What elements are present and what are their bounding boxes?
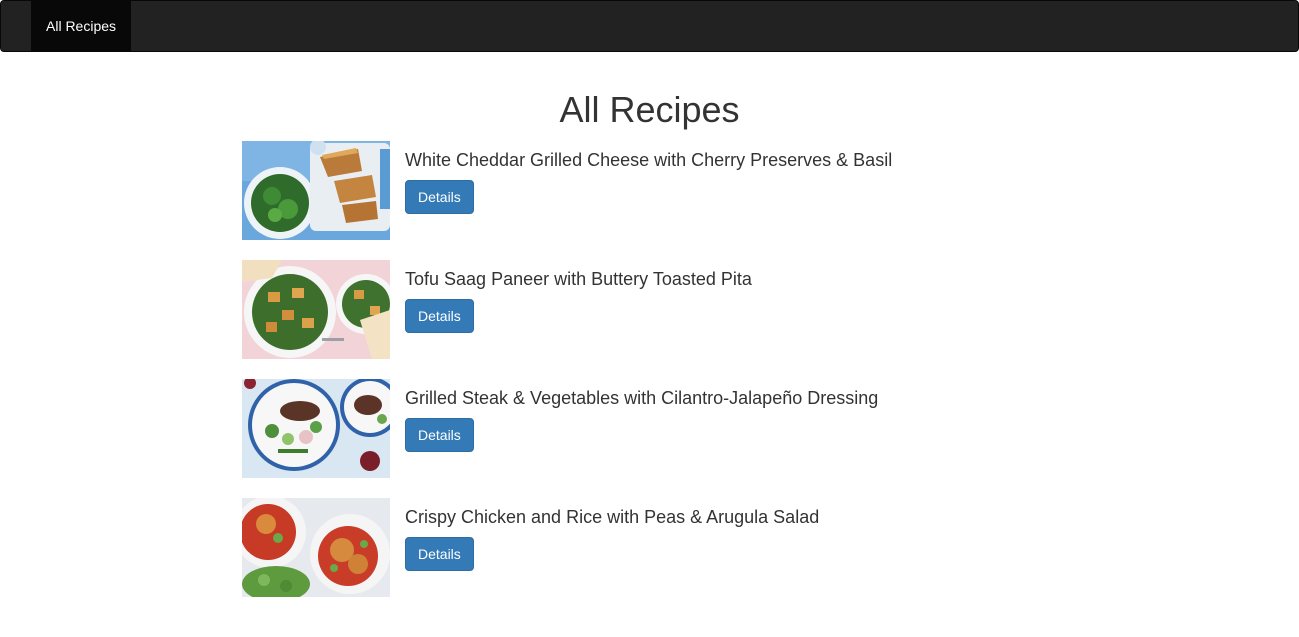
list-item: Crispy Chicken and Rice with Peas & Arug…: [242, 498, 1062, 597]
recipe-title[interactable]: Grilled Steak & Vegetables with Cilantro…: [405, 387, 878, 409]
list-item: White Cheddar Grilled Cheese with Cherry…: [242, 141, 1062, 240]
recipe-image: [242, 379, 390, 478]
list-item: Grilled Steak & Vegetables with Cilantro…: [242, 379, 1062, 478]
recipe-image: [242, 260, 390, 359]
details-button[interactable]: Details: [405, 537, 474, 571]
details-button[interactable]: Details: [405, 180, 474, 214]
details-button[interactable]: Details: [405, 299, 474, 333]
recipe-image: [242, 498, 390, 597]
details-button[interactable]: Details: [405, 418, 474, 452]
list-item: Tofu Saag Paneer with Buttery Toasted Pi…: [242, 260, 1062, 359]
recipe-title[interactable]: Tofu Saag Paneer with Buttery Toasted Pi…: [405, 268, 752, 290]
recipe-list: White Cheddar Grilled Cheese with Cherry…: [242, 141, 1062, 617]
recipe-image: [242, 141, 390, 240]
page-title: All Recipes: [559, 89, 740, 130]
recipe-title[interactable]: Crispy Chicken and Rice with Peas & Arug…: [405, 506, 819, 528]
recipe-title[interactable]: White Cheddar Grilled Cheese with Cherry…: [405, 149, 892, 171]
top-navbar: All Recipes: [0, 0, 1299, 52]
nav-item-all-recipes[interactable]: All Recipes: [31, 1, 132, 51]
